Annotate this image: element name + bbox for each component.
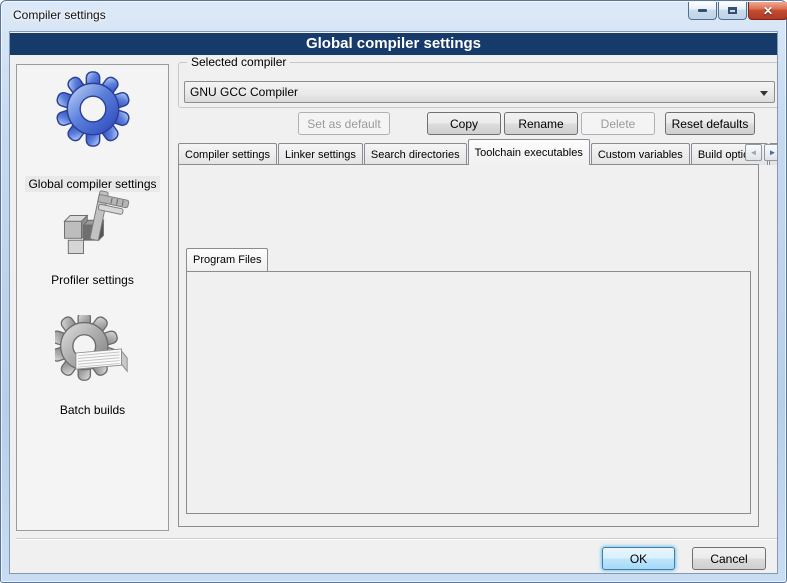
tab-compiler-settings[interactable]: Compiler settings <box>178 143 277 165</box>
tab-scroll-right-button[interactable]: ► <box>764 144 778 161</box>
maximize-icon <box>728 7 737 14</box>
program-files-page <box>186 271 751 514</box>
selected-compiler-value: GNU GCC Compiler <box>190 85 298 99</box>
tab-linker-settings[interactable]: Linker settings <box>278 143 363 165</box>
page-title: Global compiler settings <box>10 33 777 55</box>
set-as-default-button: Set as default <box>298 112 390 135</box>
minimize-button[interactable] <box>688 2 717 20</box>
settings-tabstrip: Compiler settings Linker settings Search… <box>178 140 778 165</box>
copy-button[interactable]: Copy <box>427 112 501 135</box>
tab-toolchain-executables[interactable]: Toolchain executables <box>468 139 590 165</box>
cancel-button[interactable]: Cancel <box>692 547 766 570</box>
ok-button[interactable]: OK <box>602 547 675 570</box>
reset-defaults-button[interactable]: Reset defaults <box>665 112 755 135</box>
settings-category-list: Global compiler settings <box>16 64 169 531</box>
tab-program-files[interactable]: Program Files <box>186 248 268 271</box>
selected-compiler-group-label: Selected compiler <box>187 55 290 69</box>
close-button[interactable]: ✕ <box>748 2 787 20</box>
sidebar-item-batch-builds[interactable]: Batch builds <box>17 403 168 417</box>
profiler-settings-icon <box>55 187 131 263</box>
footer-separator <box>16 538 777 540</box>
tab-search-directories[interactable]: Search directories <box>364 143 467 165</box>
selected-compiler-combobox[interactable]: GNU GCC Compiler <box>184 81 775 103</box>
window-title: Compiler settings <box>13 8 106 22</box>
rename-button[interactable]: Rename <box>504 112 578 135</box>
delete-button: Delete <box>581 112 655 135</box>
close-icon: ✕ <box>763 5 773 17</box>
window-frame: Compiler settings ✕ Global compiler sett… <box>0 0 787 583</box>
chevron-down-icon <box>760 91 768 96</box>
tab-scroll-left-button: ◄ <box>745 144 762 161</box>
dialog-body: Global compiler settings <box>9 31 778 574</box>
batch-builds-icon <box>55 315 131 391</box>
caption-buttons: ✕ <box>688 2 787 20</box>
maximize-button[interactable] <box>718 2 747 20</box>
minimize-icon <box>698 9 707 12</box>
global-compiler-settings-icon <box>55 71 131 147</box>
sidebar-item-profiler-settings[interactable]: Profiler settings <box>17 273 168 287</box>
tab-custom-variables[interactable]: Custom variables <box>591 143 690 165</box>
